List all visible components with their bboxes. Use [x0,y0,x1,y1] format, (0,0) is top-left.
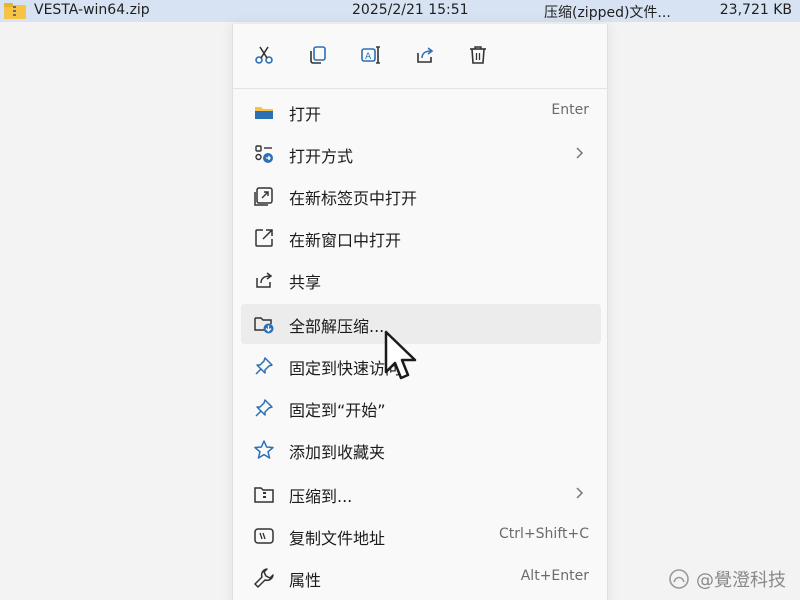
menu-item-open-new-window[interactable]: 在新窗口中打开 [241,218,601,258]
menu-item-label: 共享 [289,273,322,292]
copy-path-icon [253,525,275,547]
rename-icon: A [361,46,380,64]
extract-icon [253,313,275,335]
menu-item-copy-path[interactable]: 复制文件地址 Ctrl+Shift+C [241,516,601,556]
watermark: @覺澄科技 [668,566,786,592]
share-icon [253,269,275,291]
trash-icon [470,46,486,64]
chevron-right-icon [573,484,587,502]
wrench-icon [253,567,275,589]
menu-item-label: 打开 [289,105,322,124]
menu-item-share[interactable]: 共享 [241,260,601,300]
menu-item-open-with[interactable]: 打开方式 [241,134,601,174]
quick-actions-bar: A [233,24,609,84]
copy-icon [310,46,326,64]
mouse-cursor-icon [382,330,422,386]
menu-item-open[interactable]: 打开 Enter [241,92,601,132]
share-icon [417,47,434,63]
menu-divider [233,88,609,89]
context-menu: A 打开 Enter 打开方式 在新标签页中打开 在新窗口中打开 共享 全部解压… [232,24,609,600]
watermark-text: @覺澄科技 [696,570,786,591]
menu-item-properties[interactable]: 属性 Alt+Enter [241,558,601,598]
menu-item-label: 在新窗口中打开 [289,231,402,250]
file-size: 23,721 KB [719,2,792,18]
star-icon [253,439,275,461]
menu-item-pin-start[interactable]: 固定到“开始” [241,388,601,428]
file-row[interactable]: VESTA-win64.zip 2025/2/21 15:51 压缩(zippe… [0,0,800,22]
copy-button[interactable] [305,42,331,68]
scissors-icon [255,46,273,64]
pin-icon [253,355,275,377]
menu-item-open-new-tab[interactable]: 在新标签页中打开 [241,176,601,216]
svg-text:A: A [365,52,372,62]
menu-item-label: 全部解压缩... [289,317,385,336]
share-button[interactable] [412,42,438,68]
new-tab-icon [253,185,275,207]
delete-button[interactable] [465,42,491,68]
menu-item-shortcut: Ctrl+Shift+C [499,526,589,542]
new-window-icon [253,227,275,249]
menu-item-label: 复制文件地址 [289,529,386,548]
menu-item-shortcut: Alt+Enter [520,568,589,584]
rename-button[interactable]: A [358,42,384,68]
menu-item-label: 压缩到... [289,487,353,506]
file-type: 压缩(zipped)文件... [544,5,671,21]
menu-item-compress-to[interactable]: 压缩到... [241,474,601,514]
file-date: 2025/2/21 15:51 [352,2,469,18]
chevron-right-icon [573,144,587,162]
menu-item-label: 固定到“开始” [289,401,386,420]
menu-item-add-favorites[interactable]: 添加到收藏夹 [241,430,601,470]
menu-item-label: 在新标签页中打开 [289,189,418,208]
open-with-icon [253,143,275,165]
file-name: VESTA-win64.zip [34,2,150,18]
menu-item-shortcut: Enter [551,102,589,118]
zip-folder-icon [4,3,26,19]
folder-icon [253,101,275,123]
menu-item-label: 打开方式 [289,147,354,166]
cut-button[interactable] [251,42,277,68]
watermark-logo-icon [669,569,689,589]
compress-icon [253,483,275,505]
menu-item-label: 属性 [289,571,322,590]
menu-item-label: 添加到收藏夹 [289,443,386,462]
pin-icon [253,397,275,419]
